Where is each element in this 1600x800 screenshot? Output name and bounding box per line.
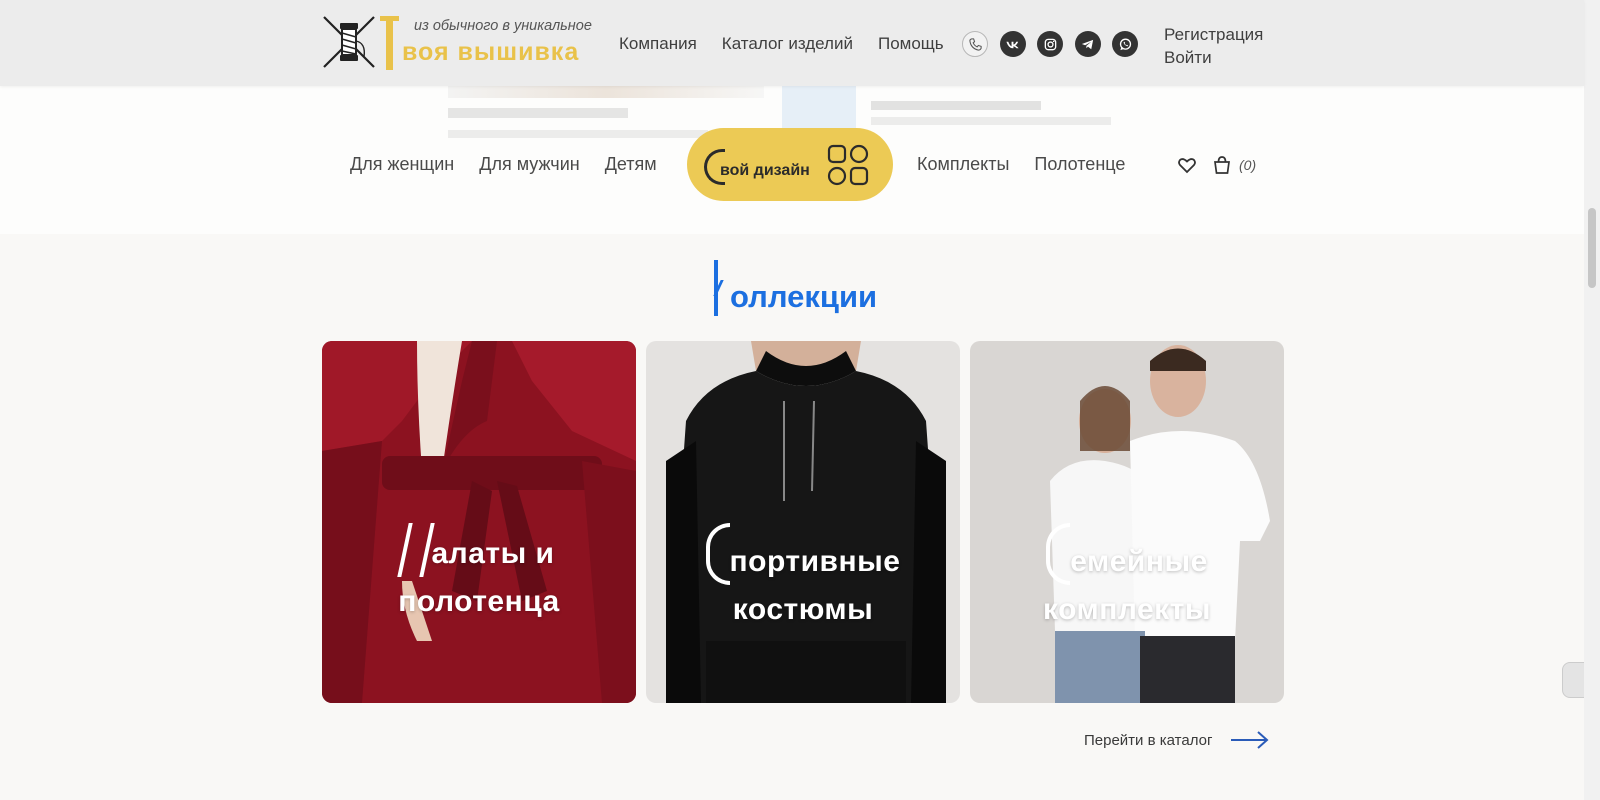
letter-s-decor (705, 523, 730, 585)
go-to-catalog-label: Перейти в каталог (1084, 731, 1213, 749)
vk-icon[interactable] (999, 31, 1026, 57)
caption-line-1: емейные (970, 523, 1284, 586)
whatsapp-icon[interactable] (1112, 31, 1138, 57)
caption-line-2: полотенца (398, 585, 560, 618)
family-tshirts-photo (970, 341, 1284, 703)
collections-title-text: оллекции (730, 279, 878, 314)
instagram-icon[interactable] (1037, 31, 1063, 57)
site-header: из обычного в уникальное воя вышивка Ком… (0, 0, 1584, 86)
nav-company[interactable]: Компания (619, 34, 697, 54)
caption-line-1: алаты и (322, 523, 636, 578)
social-links (962, 31, 1138, 57)
nav-help[interactable]: Помощь (878, 34, 944, 54)
caption-line-1-text: емейные (1070, 545, 1208, 578)
logo-brand-name: воя вышивка (402, 38, 580, 66)
caption-line-1-text: алаты и (431, 537, 555, 570)
collection-cards: алаты и полотенца портивные костюмы емей… (322, 341, 1284, 703)
own-design-label: вой дизайн (720, 162, 810, 179)
heart-icon[interactable] (1177, 155, 1197, 175)
go-to-catalog-link[interactable]: Перейти в каталог (1084, 730, 1270, 750)
main-nav: Компания Каталог изделий Помощь (619, 34, 944, 54)
letter-s-decor (1046, 523, 1071, 585)
collection-card-sportsuits[interactable]: портивные костюмы (646, 341, 960, 703)
nav-kids[interactable]: Детям (605, 154, 657, 175)
nav-men[interactable]: Для мужчин (479, 154, 579, 175)
letter-x-decor (397, 523, 436, 577)
collections-title: оллекции (712, 258, 877, 316)
faded-background-text (871, 101, 1041, 110)
faded-background-text (448, 130, 708, 138)
category-nav-band: Для женщин Для мужчин Детям вой дизайн К… (0, 86, 1584, 234)
caption-line-2: костюмы (732, 593, 874, 626)
login-link[interactable]: Войти (1164, 46, 1263, 69)
phone-icon[interactable] (962, 31, 988, 57)
logo-letter-t (380, 16, 399, 70)
collection-card-bathrobes[interactable]: алаты и полотенца (322, 341, 636, 703)
cart-count: (0) (1239, 157, 1257, 173)
bathrobe-photo (322, 341, 636, 703)
card-caption: емейные комплекты (970, 523, 1284, 634)
category-nav-right: Комплекты Полотенце (917, 154, 1125, 175)
faded-background-text (871, 117, 1111, 125)
caption-line-1-text: портивные (729, 545, 901, 578)
nav-sets[interactable]: Комплекты (917, 154, 1009, 175)
title-letter-k (712, 260, 728, 316)
page-scrollbar[interactable] (1584, 0, 1600, 800)
auth-links: Регистрация Войти (1164, 23, 1263, 69)
own-design-button[interactable]: вой дизайн (687, 128, 893, 201)
sport-suit-photo (646, 341, 960, 703)
card-caption: алаты и полотенца (322, 523, 636, 626)
telegram-icon[interactable] (1074, 31, 1101, 57)
grid-shapes-icon (827, 144, 869, 186)
logo-tagline: из обычного в уникальное (414, 18, 592, 34)
caption-line-2: комплекты (1042, 593, 1212, 626)
nav-women[interactable]: Для женщин (350, 154, 454, 175)
needles-spool-logo-icon (323, 16, 375, 68)
card-caption: портивные костюмы (646, 523, 960, 634)
faded-background-text (448, 108, 628, 118)
collection-card-family[interactable]: емейные комплекты (970, 341, 1284, 703)
nav-towels[interactable]: Полотенце (1034, 154, 1125, 175)
user-actions: (0) (1177, 154, 1256, 176)
nav-catalog[interactable]: Каталог изделий (722, 34, 853, 54)
arrow-right-icon (1231, 731, 1269, 749)
logo[interactable]: из обычного в уникальное воя вышивка (320, 10, 596, 74)
category-nav-left: Для женщин Для мужчин Детям (350, 154, 657, 175)
caption-line-1: портивные (646, 523, 960, 586)
register-link[interactable]: Регистрация (1164, 23, 1263, 46)
scrollbar-thumb[interactable] (1588, 208, 1596, 288)
faded-background-image (448, 86, 764, 98)
shopping-bag-icon[interactable] (1211, 154, 1233, 176)
